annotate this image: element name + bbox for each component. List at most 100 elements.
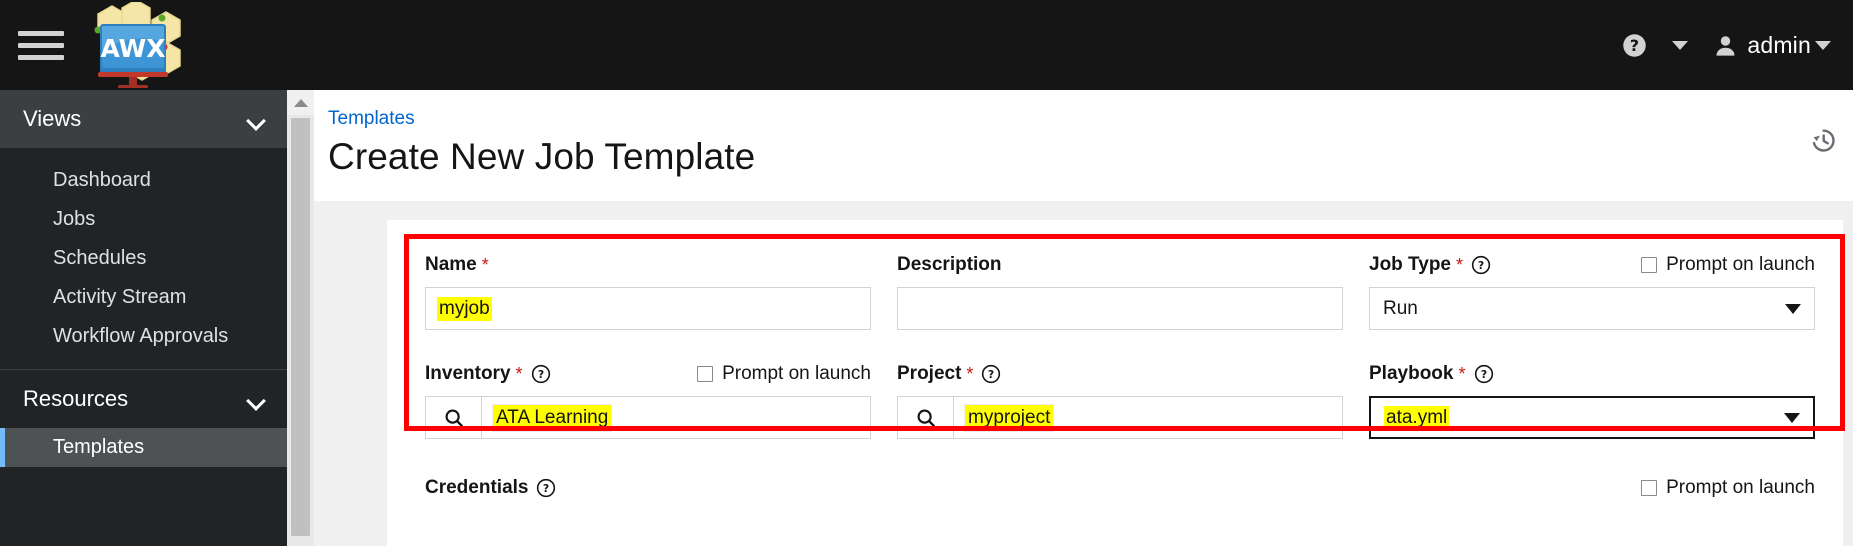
name-input[interactable]: myjob	[425, 287, 871, 330]
field-inventory-label-row: Inventory * ? Prompt on launch	[425, 361, 871, 387]
prompt-on-launch-checkbox[interactable]	[1641, 257, 1658, 273]
history-icon	[1812, 129, 1835, 152]
required-indicator: *	[515, 363, 523, 384]
awx-logo[interactable]: AWX	[78, 2, 188, 88]
sidebar-item-label: Schedules	[53, 247, 147, 269]
sidebar-item-dashboard[interactable]: Dashboard	[0, 161, 287, 200]
sidebar-item-activity-stream[interactable]: Activity Stream	[0, 278, 287, 317]
question-circle-icon[interactable]: ?	[981, 364, 1001, 384]
sidebar-group-views[interactable]: Views	[0, 90, 287, 148]
inventory-value-wrap: ATA Learning	[482, 397, 622, 438]
scrollbar-thumb[interactable]	[291, 118, 310, 536]
sidebar-group-resources[interactable]: Resources	[0, 370, 287, 428]
scrollbar-up-arrow-icon[interactable]	[287, 90, 314, 115]
field-job-type-label-row: Job Type * ? Prompt on launch	[1369, 252, 1815, 278]
inventory-prompt-on-launch[interactable]: Prompt on launch	[697, 363, 871, 385]
caret-down-icon	[1784, 412, 1800, 423]
sidebar-item-workflow-approvals[interactable]: Workflow Approvals	[0, 317, 287, 356]
field-label: Name	[425, 254, 477, 275]
field-credentials: Credentials ? Prompt on launch	[387, 445, 1843, 501]
field-name-label-row: Name *	[425, 252, 871, 278]
job-template-form-card: Name * myjob Description Job Type * ? Pr…	[387, 220, 1845, 546]
prompt-on-launch-label: Prompt on launch	[1666, 477, 1815, 498]
svg-text:?: ?	[1480, 368, 1486, 381]
page-header: Templates Create New Job Template	[314, 90, 1853, 201]
search-icon[interactable]	[898, 397, 954, 438]
question-circle-icon[interactable]: ?	[1474, 364, 1494, 384]
svg-text:?: ?	[1630, 36, 1639, 55]
question-circle-icon: ?	[1623, 33, 1647, 57]
description-input[interactable]	[897, 287, 1343, 330]
caret-down-icon	[1785, 303, 1801, 314]
chevron-down-icon	[1672, 40, 1689, 50]
field-job-type: Job Type * ? Prompt on launch Run	[1369, 252, 1815, 336]
credentials-prompt-on-launch[interactable]: Prompt on launch	[1641, 477, 1815, 499]
field-project-label-row: Project * ?	[897, 361, 1343, 387]
field-label: Credentials	[425, 477, 529, 498]
svg-text:?: ?	[537, 368, 543, 381]
inventory-selected-value: ATA Learning	[492, 403, 613, 432]
inventory-lookup[interactable]: ATA Learning	[425, 396, 871, 439]
field-credentials-label-row: Credentials ? Prompt on launch	[425, 475, 1815, 501]
user-menu-button[interactable]: admin	[1700, 0, 1843, 90]
sidebar-group-label: Views	[23, 106, 82, 131]
job-type-prompt-on-launch[interactable]: Prompt on launch	[1641, 254, 1815, 276]
job-template-form: Name * myjob Description Job Type * ? Pr…	[387, 220, 1843, 445]
project-lookup[interactable]: myproject	[897, 396, 1343, 439]
field-description-label-row: Description	[897, 252, 1343, 278]
field-name: Name * myjob	[425, 252, 871, 336]
playbook-select[interactable]: ata.yml	[1369, 396, 1815, 439]
awx-application: AWX ? admin Views Dashboard Jobs Schedul…	[0, 0, 1853, 546]
question-circle-icon[interactable]: ?	[1471, 255, 1491, 275]
breadcrumb-templates[interactable]: Templates	[328, 108, 415, 130]
content-scrollbar[interactable]	[287, 90, 314, 546]
playbook-select-value: ata.yml	[1384, 405, 1450, 430]
field-label: Job Type	[1369, 254, 1451, 275]
required-indicator: *	[1456, 254, 1464, 275]
history-button[interactable]	[1809, 126, 1837, 159]
job-type-select[interactable]: Run	[1369, 287, 1815, 330]
question-circle-icon[interactable]: ?	[531, 364, 551, 384]
help-button[interactable]: ?	[1609, 0, 1660, 90]
sidebar-item-schedules[interactable]: Schedules	[0, 239, 287, 278]
name-input-value: myjob	[437, 296, 492, 321]
field-playbook-label-row: Playbook * ?	[1369, 361, 1815, 387]
sidebar-item-templates[interactable]: Templates	[0, 428, 287, 467]
prompt-on-launch-checkbox[interactable]	[1641, 480, 1658, 496]
chevron-down-icon	[1815, 40, 1831, 50]
field-playbook: Playbook * ? ata.yml	[1369, 336, 1815, 445]
sidebar-item-jobs[interactable]: Jobs	[0, 200, 287, 239]
field-label: Description	[897, 254, 1002, 275]
user-name-label: admin	[1747, 31, 1811, 58]
required-indicator: *	[1458, 363, 1466, 384]
sidebar-group-label: Resources	[23, 386, 129, 411]
help-dropdown-toggle[interactable]	[1660, 0, 1700, 90]
project-selected-value: myproject	[964, 403, 1055, 432]
sidebar-item-label: Activity Stream	[53, 286, 187, 308]
field-inventory: Inventory * ? Prompt on launch ATA Learn…	[425, 336, 871, 445]
svg-text:?: ?	[1478, 259, 1484, 272]
page-title: Create New Job Template	[328, 136, 756, 177]
search-icon[interactable]	[426, 397, 482, 438]
field-label: Project	[897, 363, 962, 384]
sidebar-navigation: Views Dashboard Jobs Schedules Activity …	[0, 90, 287, 546]
field-label: Inventory	[425, 363, 511, 384]
sidebar-item-label: Templates	[53, 436, 145, 458]
prompt-on-launch-checkbox[interactable]	[697, 366, 714, 382]
required-indicator: *	[966, 363, 974, 384]
hamburger-menu-icon[interactable]	[18, 27, 64, 63]
svg-text:AWX: AWX	[100, 34, 165, 63]
prompt-on-launch-label: Prompt on launch	[1666, 254, 1815, 275]
job-type-select-value: Run	[1383, 297, 1418, 319]
main-content: Templates Create New Job Template Name *	[314, 90, 1853, 546]
user-icon	[1716, 35, 1735, 56]
question-circle-icon[interactable]: ?	[536, 478, 556, 498]
field-project: Project * ? myproject	[897, 336, 1343, 445]
sidebar-item-label: Dashboard	[53, 169, 151, 191]
field-label: Playbook	[1369, 363, 1454, 384]
chevron-down-icon	[248, 114, 267, 125]
chevron-down-icon	[248, 394, 267, 405]
project-value-wrap: myproject	[954, 397, 1064, 438]
svg-text:?: ?	[988, 368, 994, 381]
